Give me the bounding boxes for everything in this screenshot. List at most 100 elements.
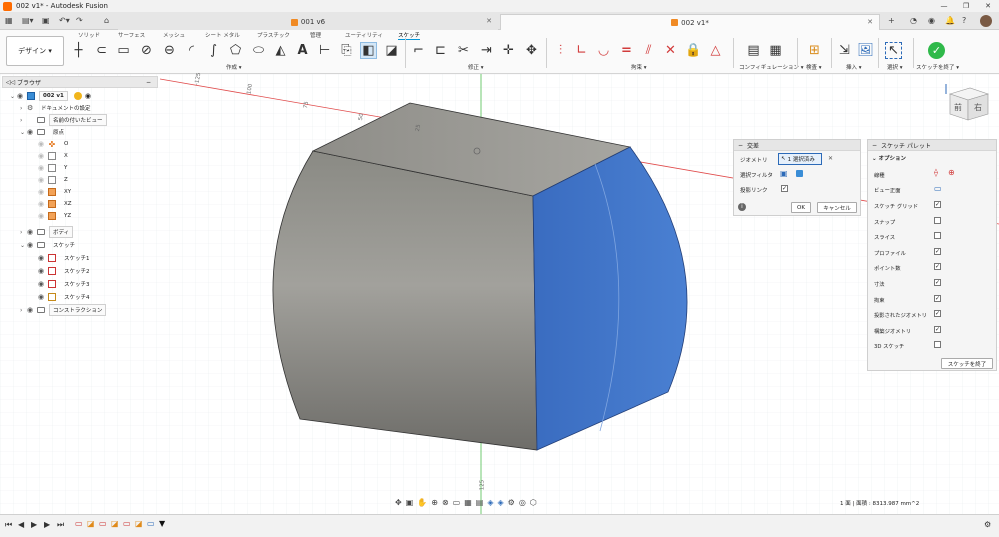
visibility-eye-icon[interactable]: ◉ (27, 128, 37, 136)
visibility-eye-icon[interactable]: ◉ (38, 212, 48, 220)
expand-arrow-icon[interactable]: › (20, 117, 27, 124)
group-create[interactable]: 作成 ▾ (226, 63, 242, 71)
ellipse-icon[interactable]: ⊖ (161, 42, 178, 59)
extend-icon[interactable]: ⇥ (478, 42, 495, 59)
group-select[interactable]: 選択 ▾ (887, 63, 903, 71)
insert-icon[interactable]: ⇲ (836, 42, 853, 59)
palette-option-checkbox[interactable] (934, 232, 941, 240)
timeline-extrude-icon[interactable]: ◪ (87, 519, 95, 530)
browser-item-construction[interactable]: › ◉ コンストラクション (20, 304, 107, 316)
tab-plastic[interactable]: プラスチック (257, 31, 290, 39)
new-tab-icon[interactable]: + (888, 16, 895, 25)
expand-arrow-icon[interactable]: › (20, 307, 27, 314)
palette-option-checkbox[interactable] (934, 216, 941, 224)
go-to-start-icon[interactable]: ⏮ (5, 520, 12, 530)
go-to-end-icon[interactable]: ⏭ (57, 520, 64, 530)
filter-body-icon[interactable]: ▣ (780, 169, 788, 178)
visibility-eye-icon[interactable]: ◉ (38, 152, 48, 160)
expand-arrow-icon[interactable]: › (20, 105, 27, 112)
browser-item-sketch3[interactable]: ◉ スケッチ3 (38, 278, 94, 290)
visibility-eye-icon[interactable]: ◉ (27, 241, 37, 249)
visibility-eye-icon[interactable]: ◉ (27, 306, 37, 314)
timeline-active-sketch-icon[interactable]: ▭ (147, 519, 155, 530)
slot-shape-icon[interactable]: ⬭ (250, 42, 267, 59)
help-icon[interactable]: ? (962, 16, 966, 25)
browser-root[interactable]: ⌄ ◉ 002 v1 ◉ (10, 90, 91, 102)
close-tab-icon[interactable]: ✕ (486, 17, 492, 25)
palette-option-checkbox[interactable]: ✓ (934, 279, 941, 286)
insert-image-icon[interactable]: 🖼 (857, 42, 874, 59)
palette-option-checkbox[interactable]: ✓ (934, 201, 941, 208)
browser-item-document-settings[interactable]: › ⚙ ドキュメントの設定 (20, 102, 95, 114)
perpendicular-icon[interactable]: ∟ (573, 42, 590, 59)
browser-item-x-axis[interactable]: ◉ X (38, 150, 72, 162)
rectangle-icon[interactable]: ▭ (115, 42, 132, 59)
offset-icon[interactable]: ⊏ (432, 42, 449, 59)
viewports-icon[interactable]: ▤ (476, 498, 484, 507)
fillet-icon[interactable]: ⌐ (410, 42, 427, 59)
cancel-button[interactable]: キャンセル (817, 202, 857, 213)
tab-surface[interactable]: サーフェス (118, 31, 145, 39)
dialog-header[interactable]: − 交差 (734, 140, 860, 151)
palette-option-checkbox[interactable]: ✓ (934, 310, 941, 318)
palette-header[interactable]: − スケッチ パレット (868, 140, 996, 151)
collapse-icon[interactable]: − (872, 142, 877, 149)
visibility-eye-icon[interactable]: ◉ (38, 176, 48, 184)
minimize-button[interactable]: — (933, 0, 955, 12)
timeline-sketch-icon[interactable]: ▭ (75, 519, 83, 530)
group-modify[interactable]: 修正 ▾ (468, 63, 484, 71)
tab-sketch[interactable]: スケッチ (398, 31, 421, 40)
configure-icon[interactable]: ▤ (745, 42, 762, 59)
tab-sheet-metal[interactable]: シート メタル (205, 31, 240, 39)
centerline-linetype-icon[interactable]: ⊕ (948, 168, 955, 177)
save-icon[interactable]: ▣ (42, 16, 50, 25)
select-icon[interactable]: ↖ (885, 42, 902, 59)
view-cube-right[interactable]: 右 (974, 102, 982, 113)
info-icon[interactable]: i (738, 203, 746, 211)
close-tab-icon[interactable]: ✕ (867, 18, 873, 26)
collapse-icon[interactable]: − (738, 142, 743, 149)
visibility-eye-icon[interactable]: ◉ (17, 92, 27, 100)
geometry-selection-box[interactable]: ↖ 1 選択済み (778, 153, 822, 165)
tangent-icon[interactable]: ◡ (595, 42, 612, 59)
browser-item-sketch1[interactable]: ◉ スケッチ1 (38, 252, 94, 264)
browser-item-z-axis[interactable]: ◉ Z (38, 174, 72, 186)
timeline-sketch-icon[interactable]: ▭ (99, 519, 107, 530)
group-configuration[interactable]: コンフィギュレーション ▾ (739, 63, 804, 71)
palette-option-checkbox[interactable] (934, 341, 941, 349)
maximize-button[interactable]: ❐ (955, 0, 977, 12)
arc-icon[interactable]: ◜ (183, 42, 200, 59)
group-constraints[interactable]: 拘束 ▾ (631, 63, 647, 71)
visibility-eye-icon[interactable]: ◉ (38, 200, 48, 208)
activate-radio-icon[interactable]: ◉ (85, 92, 91, 100)
browser-item-sketches[interactable]: ⌄ ◉ スケッチ (20, 239, 79, 251)
visibility-eye-icon[interactable]: ◉ (38, 188, 48, 196)
pan-icon[interactable]: ✋ (417, 498, 427, 507)
table-icon[interactable]: ▦ (767, 42, 784, 59)
timeline-sketch-icon[interactable]: ▭ (123, 519, 131, 530)
timeline-extrude-icon[interactable]: ◪ (135, 519, 143, 530)
equal-icon[interactable]: = (618, 42, 635, 59)
options-section[interactable]: ⌄ オプション (872, 154, 906, 162)
collapse-icon[interactable]: ◁◁ (6, 79, 15, 86)
projection-link-checkbox[interactable]: ✓ (781, 185, 788, 192)
collapse-arrow-icon[interactable]: ⌄ (10, 93, 17, 100)
line-icon[interactable]: ┼ (70, 42, 87, 59)
look-at-icon[interactable]: ▣ (406, 498, 414, 507)
symmetry-icon[interactable]: △ (707, 42, 724, 59)
timeline-extrude-icon[interactable]: ◪ (111, 519, 119, 530)
avatar[interactable] (980, 15, 992, 27)
group-finish-sketch[interactable]: スケッチを終了 ▾ (916, 63, 959, 71)
text-icon[interactable]: A (294, 42, 311, 59)
measure-icon[interactable]: ⊞ (806, 42, 823, 59)
group-inspect[interactable]: 検査 ▾ (806, 63, 822, 71)
browser-header[interactable]: ◁◁ ブラウザ − (2, 76, 158, 88)
effects-icon[interactable]: ⚙ (508, 498, 515, 507)
zoom-icon[interactable]: ⊕ (431, 498, 438, 507)
timeline-marker-icon[interactable]: ▼ (159, 519, 167, 530)
workspace-switcher[interactable]: デザイン ▾ (6, 36, 64, 66)
grid-settings-icon[interactable]: ▦ (464, 498, 472, 507)
collapse-arrow-icon[interactable]: ⌄ (872, 156, 877, 162)
filter-face-icon[interactable] (796, 170, 803, 177)
grid-menu-icon[interactable]: ▦ (5, 16, 13, 25)
